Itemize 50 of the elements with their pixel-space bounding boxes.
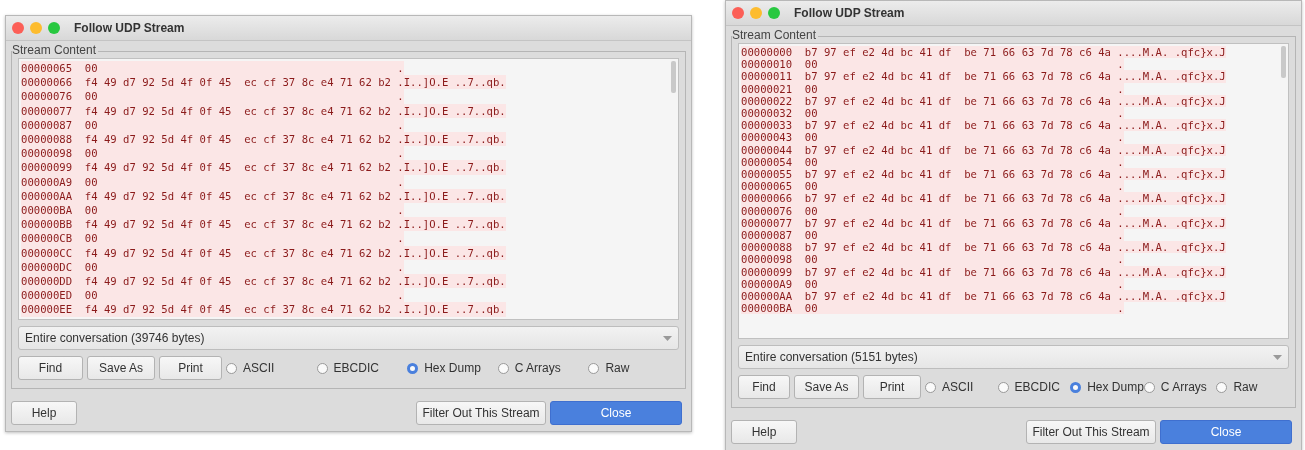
hex-dump-area[interactable] xyxy=(738,43,1289,339)
conversation-dropdown[interactable]: Entire conversation (5151 bytes) xyxy=(738,345,1289,369)
conversation-dropdown[interactable]: Entire conversation (39746 bytes) xyxy=(18,326,679,350)
radio-label[interactable]: Raw xyxy=(1233,380,1258,394)
radio-label[interactable]: EBCDIC xyxy=(333,361,379,375)
radio-label[interactable]: ASCII xyxy=(942,380,974,394)
radio-button[interactable] xyxy=(1070,381,1082,393)
close-window-icon[interactable] xyxy=(12,22,24,34)
action-button[interactable]: Print xyxy=(159,356,222,380)
action-button[interactable]: Find xyxy=(18,356,83,380)
caret-icon xyxy=(1273,354,1282,360)
radio-button[interactable] xyxy=(407,362,419,374)
maximize-window-icon[interactable] xyxy=(48,22,60,34)
radio-button[interactable] xyxy=(588,362,600,374)
minimize-window-icon[interactable] xyxy=(30,22,42,34)
dialog-button[interactable]: Filter Out This Stream xyxy=(1026,420,1156,444)
radio-button[interactable] xyxy=(316,362,328,374)
scrollbar-thumb[interactable] xyxy=(671,61,676,93)
window-title: Follow UDP Stream xyxy=(74,21,185,35)
action-button[interactable]: Find xyxy=(738,375,790,399)
action-button[interactable]: Print xyxy=(863,375,921,399)
radio-button[interactable] xyxy=(1143,381,1155,393)
radio-button[interactable] xyxy=(497,362,509,374)
hex-dump-area[interactable] xyxy=(18,58,679,320)
minimize-window-icon[interactable] xyxy=(750,7,762,19)
radio-label[interactable]: C Arrays xyxy=(514,361,561,375)
radio-label[interactable]: EBCDIC xyxy=(1014,380,1060,394)
radio-label[interactable]: C Arrays xyxy=(1160,380,1207,394)
dialog-button[interactable]: Filter Out This Stream xyxy=(416,401,546,425)
window-title: Follow UDP Stream xyxy=(794,6,905,20)
close-window-icon[interactable] xyxy=(732,7,744,19)
radio-label[interactable]: Hex Dump xyxy=(1087,380,1144,394)
maximize-window-icon[interactable] xyxy=(768,7,780,19)
action-button[interactable]: Save As xyxy=(87,356,155,380)
radio-button[interactable] xyxy=(226,362,237,374)
radio-button[interactable] xyxy=(1216,381,1228,393)
group-label: Stream Content xyxy=(12,43,99,57)
dialog-button[interactable]: Help xyxy=(731,420,797,444)
radio-label[interactable]: ASCII xyxy=(243,361,275,375)
dialog-button[interactable]: Help xyxy=(11,401,77,425)
group-label: Stream Content xyxy=(732,28,819,42)
dialog-button[interactable]: Close xyxy=(1160,420,1292,444)
dialog-button[interactable]: Close xyxy=(550,401,682,425)
radio-button[interactable] xyxy=(925,381,936,393)
radio-label[interactable]: Raw xyxy=(605,361,630,375)
radio-button[interactable] xyxy=(997,381,1009,393)
scrollbar-thumb[interactable] xyxy=(1281,46,1286,78)
caret-icon xyxy=(663,335,672,341)
radio-label[interactable]: Hex Dump xyxy=(424,361,481,375)
action-button[interactable]: Save As xyxy=(794,375,859,399)
